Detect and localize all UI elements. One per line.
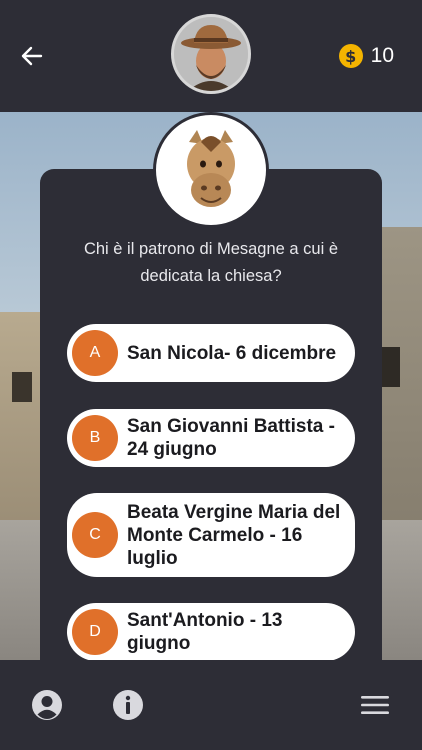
menu-hamburger-icon xyxy=(361,696,389,714)
user-profile-icon xyxy=(32,690,62,720)
question-text: Chi è il patrono di Mesagne a cui è dedi… xyxy=(83,240,339,285)
answer-text: San Nicola- 6 dicembre xyxy=(127,342,337,364)
dollar-coin-icon: $ xyxy=(338,44,363,68)
answer-text: San Giovanni Battista - 24 giugno xyxy=(127,416,335,460)
coin-count: 10 xyxy=(370,44,394,67)
info-button[interactable] xyxy=(111,688,145,722)
answer-option-a[interactable]: A San Nicola- 6 dicembre xyxy=(67,324,355,382)
answer-letter-badge: D xyxy=(72,609,118,655)
coin-symbol: $ xyxy=(345,46,357,66)
answer-text: Sant'Antonio - 13 giugno xyxy=(127,610,283,654)
profile-button[interactable] xyxy=(30,688,64,722)
info-icon xyxy=(113,690,143,720)
bottom-nav xyxy=(0,660,422,750)
mascot-avatar xyxy=(153,112,269,228)
horse-head-icon xyxy=(187,130,235,207)
answer-letter-badge: A xyxy=(72,330,118,376)
menu-button[interactable] xyxy=(358,688,392,722)
answer-letter-badge: C xyxy=(72,512,118,558)
answer-option-b[interactable]: B San Giovanni Battista - 24 giugno xyxy=(67,409,355,467)
answer-option-c[interactable]: C Beata Vergine Maria del Monte Carmelo … xyxy=(67,493,355,577)
cowboy-avatar[interactable] xyxy=(171,14,251,94)
answer-option-d[interactable]: D Sant'Antonio - 13 giugno xyxy=(67,603,355,661)
back-button[interactable] xyxy=(14,40,50,72)
arrow-left-icon xyxy=(21,46,43,66)
top-bar: $ 10 xyxy=(0,0,422,112)
coin-balance: $ 10 xyxy=(338,42,394,70)
answer-letter-badge: B xyxy=(72,415,118,461)
answer-text: Beata Vergine Maria del Monte Carmelo - … xyxy=(127,501,341,569)
